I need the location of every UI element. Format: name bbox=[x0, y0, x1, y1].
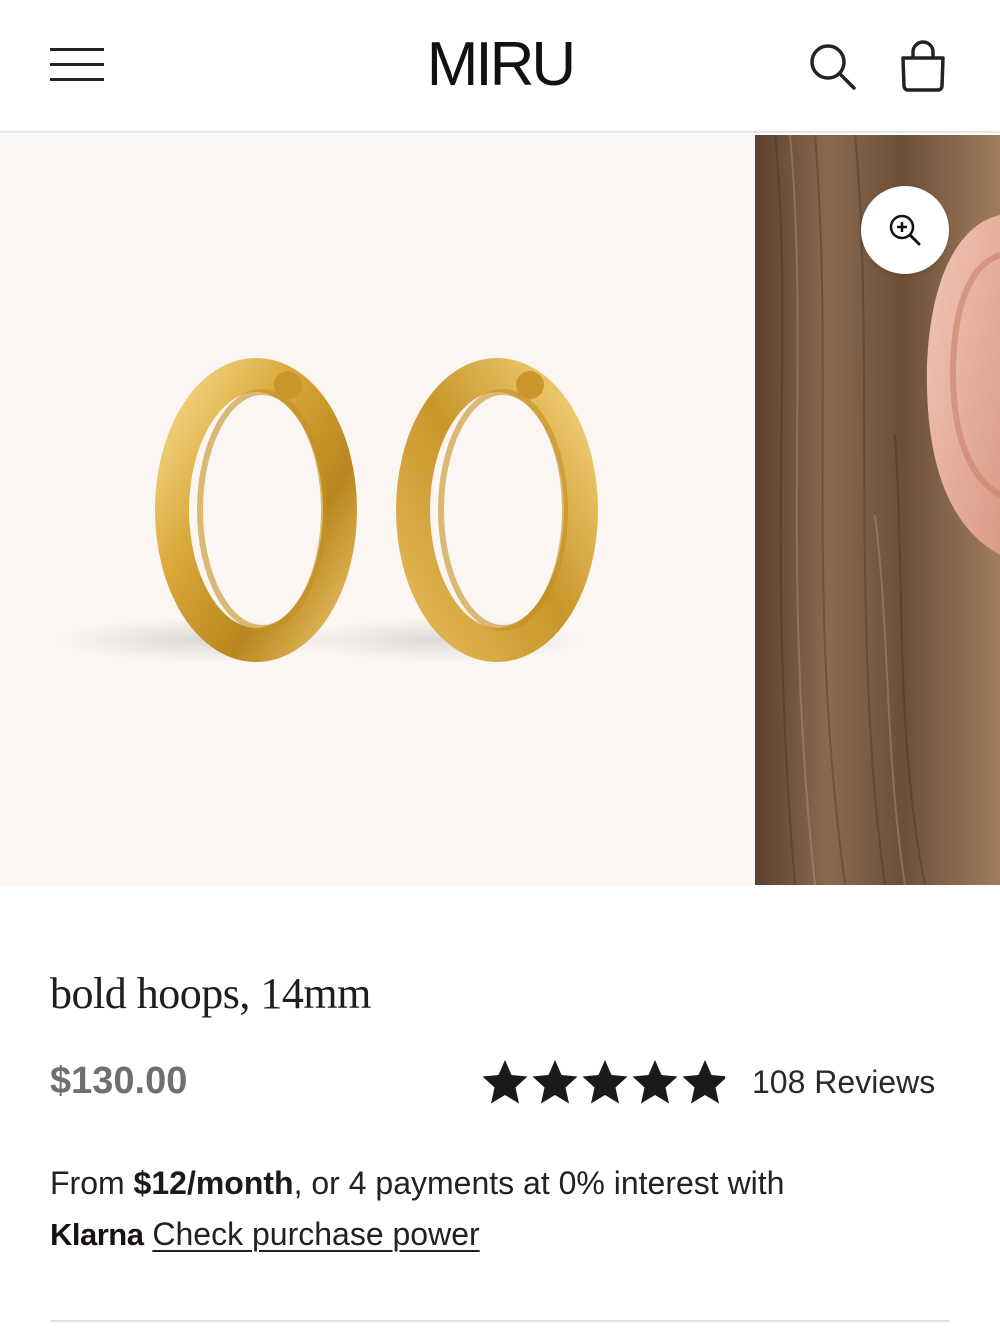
product-price: $130.00 bbox=[50, 1060, 188, 1102]
hoop-right bbox=[396, 358, 598, 662]
section-divider bbox=[50, 1320, 950, 1322]
product-title: bold hoops, 14mm bbox=[50, 969, 371, 1018]
star-icon-partial bbox=[682, 1060, 728, 1104]
hoop-left bbox=[155, 358, 357, 662]
rating-summary[interactable]: 108 Reviews bbox=[480, 1055, 935, 1109]
zoom-in-icon bbox=[889, 214, 921, 246]
product-image-main[interactable] bbox=[0, 135, 755, 885]
klarna-terms-text: , or 4 payments at 0% interest with bbox=[293, 1165, 785, 1201]
klarna-logo: Klarna bbox=[50, 1217, 144, 1252]
star-icon bbox=[482, 1060, 528, 1104]
klarna-financing: From $12/month, or 4 payments at 0% inte… bbox=[50, 1158, 950, 1260]
star-rating bbox=[480, 1057, 730, 1107]
zoom-button[interactable] bbox=[861, 186, 949, 274]
star-icon bbox=[582, 1060, 628, 1104]
shopping-bag-icon[interactable] bbox=[898, 38, 948, 94]
klarna-from-text: From bbox=[50, 1165, 134, 1201]
reviews-count[interactable]: 108 Reviews bbox=[752, 1064, 935, 1101]
product-image-gallery[interactable] bbox=[0, 135, 1000, 885]
star-icon bbox=[532, 1060, 578, 1104]
klarna-monthly-amount: $12/month bbox=[133, 1165, 294, 1201]
search-icon[interactable] bbox=[806, 40, 858, 92]
site-header: MIRU bbox=[0, 0, 1000, 133]
check-purchase-power-link[interactable]: Check purchase power bbox=[152, 1216, 479, 1252]
star-icon bbox=[632, 1060, 678, 1104]
